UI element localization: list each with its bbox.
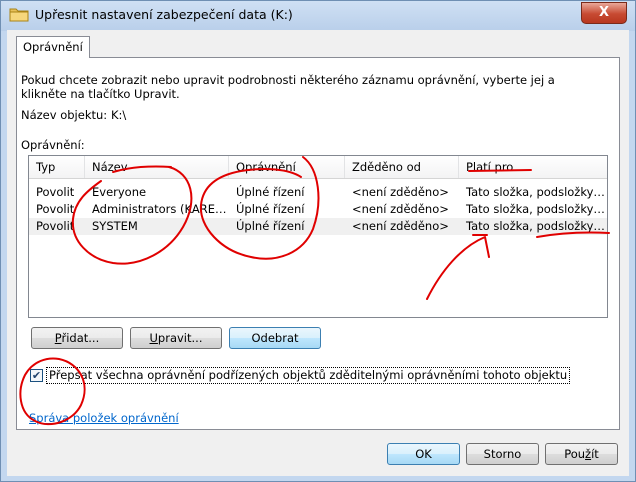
cell-permission: Úplné řízení <box>236 219 305 233</box>
cell-inherited: <není zděděno> <box>352 185 449 199</box>
cell-inherited: <není zděděno> <box>352 219 449 233</box>
cell-permission: Úplné řízení <box>236 202 305 216</box>
cell-applies: Tato složka, podsložky a ... <box>466 219 607 233</box>
column-header-permission[interactable]: Oprávnění <box>229 156 345 178</box>
cell-applies: Tato složka, podsložky a ... <box>466 202 607 216</box>
apply-label-end: ít <box>591 447 599 461</box>
cell-name: Administrators (KAREI\A... <box>92 202 229 216</box>
permissions-label: Oprávnění: <box>21 138 85 152</box>
replace-permissions-label[interactable]: Přepsat všechna oprávnění podřízených ob… <box>46 367 571 384</box>
window-title: Upřesnit nastavení zabezpečení data (K:) <box>35 7 293 22</box>
apply-button[interactable]: Použít <box>545 443 618 465</box>
column-header-name[interactable]: Název <box>85 156 229 178</box>
column-header-inherited[interactable]: Zděděno od <box>345 156 459 178</box>
cancel-button[interactable]: Storno <box>466 443 539 465</box>
cell-type: Povolit <box>36 185 75 199</box>
object-name-value: K:\ <box>111 108 127 122</box>
description-text: Pokud chcete zobrazit nebo upravit podro… <box>21 73 555 101</box>
manage-permissions-link[interactable]: Správa položek oprávnění <box>29 411 179 425</box>
folder-icon <box>9 8 29 22</box>
cell-permission: Úplné řízení <box>236 185 305 199</box>
list-header: Typ Název Oprávnění Zděděno od Platí pro <box>29 156 607 179</box>
dialog-window: Upřesnit nastavení zabezpečení data (K:)… <box>0 0 636 482</box>
apply-label-start: Pou <box>564 447 586 461</box>
title-bar[interactable]: Upřesnit nastavení zabezpečení data (K:)… <box>1 1 635 31</box>
column-header-applies[interactable]: Platí pro <box>459 156 607 178</box>
permissions-list[interactable]: Typ Název Oprávnění Zděděno od Platí pro… <box>28 155 608 318</box>
table-row[interactable]: Povolit Everyone Úplné řízení <není zděd… <box>29 184 607 201</box>
cell-applies: Tato složka, podsložky a ... <box>466 185 607 199</box>
cell-type: Povolit <box>36 219 75 233</box>
cell-name: SYSTEM <box>92 219 138 233</box>
cell-name: Everyone <box>92 185 147 199</box>
cell-inherited: <není zděděno> <box>352 202 449 216</box>
edit-button[interactable]: Upravit... <box>130 327 222 349</box>
tab-permissions[interactable]: Oprávnění <box>16 36 90 58</box>
add-button-label: řidat... <box>61 331 100 345</box>
remove-button[interactable]: Odebrat <box>229 327 321 349</box>
cell-type: Povolit <box>36 202 75 216</box>
add-button[interactable]: Přidat... <box>31 327 123 349</box>
object-name-label: Název objektu: <box>21 108 108 122</box>
column-header-type[interactable]: Typ <box>29 156 85 178</box>
edit-access-key: U <box>149 331 158 345</box>
edit-button-label: pravit... <box>157 331 203 345</box>
table-row[interactable]: Povolit SYSTEM Úplné řízení <není zděděn… <box>29 218 607 235</box>
ok-button[interactable]: OK <box>387 443 460 465</box>
table-row[interactable]: Povolit Administrators (KAREI\A... Úplné… <box>29 201 607 218</box>
dialog-client: Oprávnění Pokud chcete zobrazit nebo upr… <box>7 30 629 476</box>
close-button[interactable]: X <box>581 2 627 24</box>
replace-permissions-checkbox[interactable]: ✔ <box>30 369 43 382</box>
